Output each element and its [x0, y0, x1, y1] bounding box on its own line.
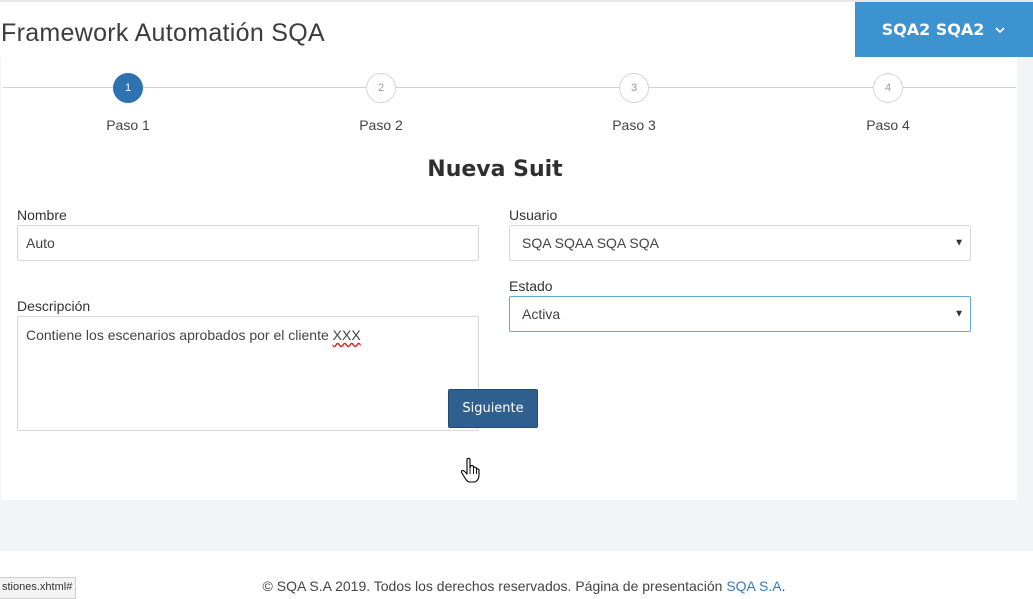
step-number: 2 — [366, 73, 396, 103]
nombre-value: Auto — [26, 235, 55, 251]
footer-text: © SQA S.A 2019. Todos los derechos reser… — [262, 578, 727, 594]
estado-label: Estado — [509, 278, 553, 294]
estado-select[interactable]: Activa ▼ — [509, 296, 971, 332]
footer: © SQA S.A 2019. Todos los derechos reser… — [0, 578, 1033, 594]
app-title: Framework Automatión SQA — [1, 19, 325, 47]
step-number: 1 — [113, 73, 143, 103]
user-menu-button[interactable]: SQA2 SQA2 — [855, 2, 1033, 57]
usuario-selected: SQA SQAA SQA SQA — [522, 235, 659, 251]
descripcion-misspelled-word: XXX — [332, 327, 361, 343]
chevron-down-icon — [995, 26, 1006, 33]
usuario-select[interactable]: SQA SQAA SQA SQA ▼ — [509, 225, 971, 261]
estado-selected: Activa — [522, 306, 561, 322]
step-number: 4 — [873, 73, 903, 103]
form-title: Nueva Suit — [427, 157, 563, 182]
wizard-step-2[interactable]: 2 Paso 2 — [321, 73, 441, 133]
wizard-step-1[interactable]: 1 Paso 1 — [68, 73, 188, 133]
step-label: Paso 1 — [106, 117, 150, 133]
status-bar-url: stiones.xhtml# — [0, 577, 77, 599]
select-arrow-icon: ▼ — [954, 308, 964, 320]
footer-link[interactable]: SQA S.A — [726, 578, 781, 594]
descripcion-textarea[interactable]: Contiene los escenarios aprobados por el… — [17, 316, 479, 431]
usuario-label: Usuario — [509, 207, 558, 223]
form-card: 1 Paso 1 2 Paso 2 3 Paso 3 4 Paso 4 Nuev… — [1, 57, 1017, 500]
footer-suffix: . — [781, 578, 786, 594]
descripcion-label: Descripción — [17, 298, 91, 314]
wizard-step-3[interactable]: 3 Paso 3 — [574, 73, 694, 133]
hand-pointer-icon — [460, 457, 480, 483]
nombre-label: Nombre — [17, 207, 67, 223]
wizard-step-4[interactable]: 4 Paso 4 — [828, 73, 948, 133]
descripcion-text: Contiene los escenarios aprobados por el… — [26, 327, 333, 343]
select-arrow-icon: ▼ — [954, 237, 964, 249]
user-name: SQA2 SQA2 — [881, 20, 985, 39]
step-label: Paso 4 — [866, 117, 910, 133]
nombre-input[interactable]: Auto — [17, 225, 479, 261]
next-button[interactable]: Siguiente — [448, 389, 538, 428]
step-number: 3 — [619, 73, 649, 103]
step-label: Paso 3 — [612, 117, 656, 133]
step-label: Paso 2 — [359, 117, 403, 133]
